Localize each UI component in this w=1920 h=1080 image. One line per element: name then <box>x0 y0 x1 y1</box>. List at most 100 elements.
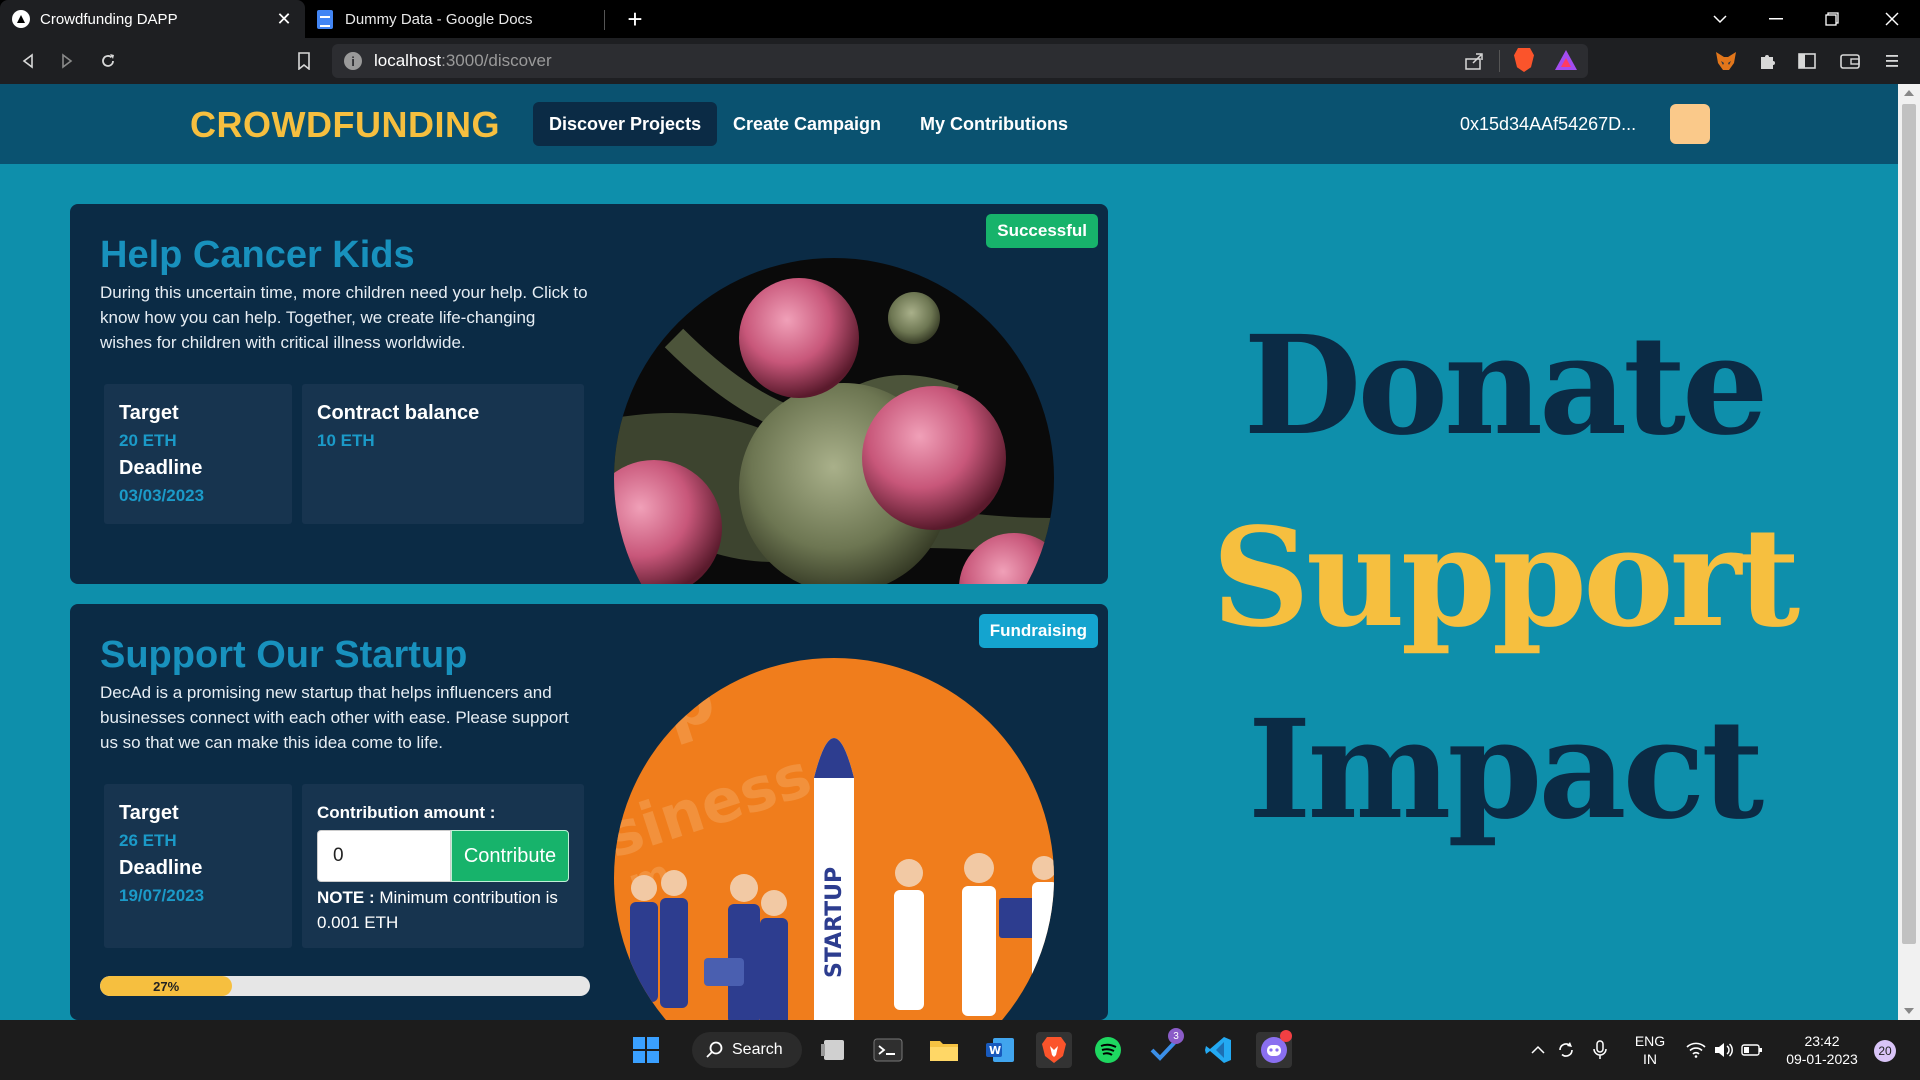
scrollbar-thumb[interactable] <box>1902 104 1916 944</box>
google-docs-icon <box>317 9 333 29</box>
rocket-label: STARTUP <box>822 867 847 978</box>
campaign-title: Help Cancer Kids <box>100 234 415 276</box>
extensions-puzzle-icon[interactable] <box>1755 49 1779 73</box>
contribution-label: Contribution amount : <box>317 803 496 822</box>
tab-crowdfunding[interactable]: Crowdfunding DAPP ✕ <box>0 0 305 38</box>
windows-start-icon[interactable] <box>628 1032 664 1068</box>
forward-icon[interactable] <box>55 49 79 73</box>
contribution-box: Contribution amount : Contribute NOTE : … <box>302 784 584 948</box>
campaign-description: During this uncertain time, more childre… <box>100 283 588 352</box>
app-favicon-icon <box>12 10 30 28</box>
minimum-contribution-note: NOTE : Minimum contribution is 0.001 ETH <box>317 885 577 935</box>
vscode-icon[interactable] <box>1200 1032 1236 1068</box>
slogan-support: Support <box>1211 498 1800 658</box>
campaign-description: DecAd is a promising new startup that he… <box>100 683 569 752</box>
balance-label: Contract balance <box>317 402 480 424</box>
taskbar-search[interactable]: Search <box>692 1032 802 1068</box>
svg-text:up: up <box>614 658 724 764</box>
deadline-value: 03/03/2023 <box>119 486 205 505</box>
campaign-title: Support Our Startup <box>100 634 468 676</box>
discord-icon[interactable] <box>1256 1030 1292 1068</box>
share-icon[interactable] <box>1464 52 1484 75</box>
avatar[interactable] <box>1670 104 1710 144</box>
back-icon[interactable] <box>16 49 40 73</box>
search-icon <box>706 1041 723 1058</box>
nav-discover-projects[interactable]: Discover Projects <box>533 102 718 146</box>
browser-menu-icon[interactable] <box>1880 49 1904 73</box>
input-language[interactable]: ENG IN <box>1632 1032 1668 1068</box>
spotify-icon[interactable] <box>1090 1032 1126 1068</box>
nav-my-contributions[interactable]: My Contributions <box>904 102 1084 146</box>
status-badge: Fundraising <box>978 614 1098 648</box>
campaign-card[interactable]: Fundraising Support Our Startup DecAd is… <box>70 604 1108 1020</box>
nav-create-campaign[interactable]: Create Campaign <box>717 102 897 146</box>
windows-taskbar: Search W 3 ENG IN 23:42 09-01-2023 20 <box>0 1020 1920 1080</box>
contribute-button[interactable]: Contribute <box>451 830 569 882</box>
brand-logo[interactable]: CROWDFUNDING <box>190 104 500 146</box>
bookmark-icon[interactable] <box>292 49 316 73</box>
restore-button[interactable] <box>1804 0 1860 38</box>
brave-rewards-icon[interactable] <box>1555 50 1577 70</box>
deadline-label: Deadline <box>119 857 203 879</box>
campaign-image <box>614 258 1054 584</box>
clock[interactable]: 23:42 09-01-2023 <box>1782 1032 1862 1068</box>
campaign-image: up siness m STARTUP <box>614 658 1054 1020</box>
toolbar-divider <box>1499 50 1500 72</box>
balance-value: 10 ETH <box>317 431 375 450</box>
task-view-icon[interactable] <box>816 1032 852 1068</box>
tab-separator <box>604 10 605 30</box>
sidebar-icon[interactable] <box>1795 49 1819 73</box>
url-path: :3000/discover <box>441 51 552 70</box>
brave-browser-icon[interactable] <box>1036 1032 1072 1068</box>
reload-icon[interactable] <box>96 49 120 73</box>
balance-box: Contract balance 10 ETH <box>302 384 584 524</box>
app-navbar: CROWDFUNDING Discover Projects Create Ca… <box>0 84 1898 164</box>
microphone-icon[interactable] <box>1582 1032 1618 1068</box>
browser-toolbar: i localhost :3000/discover <box>0 38 1920 84</box>
terminal-icon[interactable] <box>870 1032 906 1068</box>
status-badge: Successful <box>986 214 1098 248</box>
wallet-icon[interactable] <box>1838 49 1862 73</box>
target-label: Target <box>119 402 179 424</box>
tab-google-docs[interactable]: Dummy Data - Google Docs <box>305 0 605 38</box>
slogan-donate: Donate <box>1243 306 1769 466</box>
battery-icon[interactable] <box>1734 1032 1770 1068</box>
minimize-button[interactable] <box>1748 0 1804 38</box>
target-label: Target <box>119 802 179 824</box>
contribution-amount-input[interactable] <box>317 830 451 882</box>
tab-title: Dummy Data - Google Docs <box>345 10 533 28</box>
target-deadline-box: Target 26 ETH Deadline 19/07/2023 <box>104 784 292 948</box>
file-explorer-icon[interactable] <box>926 1032 962 1068</box>
campaign-card[interactable]: Successful Help Cancer Kids During this … <box>70 204 1108 584</box>
scroll-up-arrow-icon[interactable] <box>1904 90 1914 96</box>
word-icon[interactable]: W <box>982 1032 1018 1068</box>
close-tab-icon[interactable]: ✕ <box>275 9 293 30</box>
site-info-icon[interactable]: i <box>344 52 362 70</box>
target-value: 20 ETH <box>119 431 177 450</box>
language-code: ENG <box>1634 1033 1666 1049</box>
clock-time: 23:42 <box>1804 1033 1840 1049</box>
url-host: localhost <box>374 51 442 70</box>
close-window-button[interactable] <box>1864 0 1920 38</box>
notification-count-badge[interactable]: 20 <box>1874 1040 1896 1062</box>
target-value: 26 ETH <box>119 831 177 850</box>
address-bar[interactable]: i localhost :3000/discover <box>332 44 1588 78</box>
todo-badge: 3 <box>1168 1028 1184 1044</box>
tab-search-chevron-icon[interactable] <box>1692 0 1748 38</box>
target-deadline-box: Target 20 ETH Deadline 03/03/2023 <box>104 384 292 524</box>
todo-icon[interactable]: 3 <box>1146 1028 1184 1068</box>
page-scrollbar[interactable] <box>1898 84 1920 1020</box>
metamask-fox-icon[interactable] <box>1714 49 1738 73</box>
discord-notification-dot <box>1280 1030 1292 1042</box>
scroll-down-arrow-icon[interactable] <box>1904 1008 1914 1014</box>
note-label: NOTE : <box>317 888 375 907</box>
svg-text:W: W <box>989 1044 1001 1057</box>
slogan-impact: Impact <box>1247 690 1764 850</box>
wallet-address[interactable]: 0x15d34AAf54267D... <box>1460 114 1636 135</box>
deadline-value: 19/07/2023 <box>119 886 205 905</box>
svg-text:siness: siness <box>614 740 819 872</box>
progress-fill: 27% <box>100 976 233 996</box>
clock-date: 09-01-2023 <box>1786 1051 1858 1067</box>
new-tab-button[interactable]: + <box>620 4 650 35</box>
sync-icon[interactable] <box>1548 1032 1584 1068</box>
